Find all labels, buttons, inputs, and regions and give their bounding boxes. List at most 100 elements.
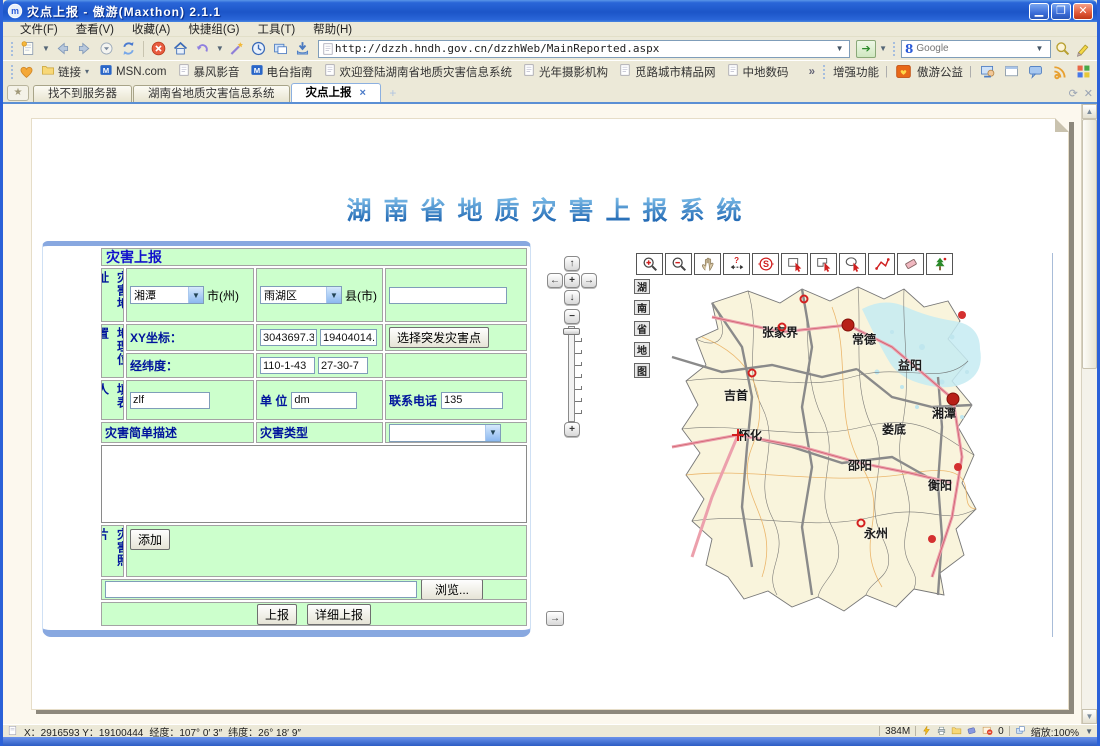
go-dropdown-icon[interactable]: ▼	[879, 44, 887, 53]
submit-button[interactable]: 上报	[257, 604, 297, 625]
chevron-down-icon[interactable]: ▼	[216, 44, 224, 53]
apps-icon[interactable]	[1074, 62, 1093, 81]
bookmarks-overflow[interactable]: »	[809, 66, 815, 78]
pan-down-button[interactable]: ↓	[564, 290, 580, 305]
select-rect-button[interactable]	[781, 253, 808, 275]
history-dropdown-icon[interactable]	[97, 39, 116, 58]
menu-item[interactable]: 收藏(A)	[123, 21, 179, 37]
scrollbar-thumb[interactable]	[1082, 119, 1097, 369]
city-select[interactable]: 湘潭▼	[130, 286, 204, 304]
bookmark-item[interactable]: 暴风影音	[172, 63, 245, 80]
refresh-icon[interactable]	[119, 39, 138, 58]
cut-rect-button[interactable]	[810, 253, 837, 275]
tab-active[interactable]: 灾点上报×	[291, 83, 381, 102]
back-icon[interactable]	[53, 39, 72, 58]
zoom-out-step-button[interactable]: −	[564, 309, 580, 324]
go-button[interactable]: ➔	[856, 40, 876, 58]
map-canvas[interactable]: 张家界常德益阳吉首怀化娄底湘潭邵阳衡阳永州	[652, 277, 1001, 625]
charity-menu[interactable]: 傲游公益	[917, 64, 963, 80]
tab-refresh-all-icon[interactable]: ⟳	[1069, 87, 1078, 100]
vertical-scrollbar[interactable]: ▲ ▼	[1081, 104, 1097, 724]
legend-tree-button[interactable]	[926, 253, 953, 275]
toolbar-grip2[interactable]	[892, 41, 896, 57]
tab-item[interactable]: 找不到服务器	[33, 85, 132, 102]
undo-icon[interactable]	[193, 39, 212, 58]
folder-icon[interactable]	[951, 725, 962, 737]
bookmarks-grip[interactable]	[10, 64, 14, 80]
measure-distance-button[interactable]: ?	[723, 253, 750, 275]
browse-button[interactable]: 浏览...	[421, 579, 483, 600]
bookmark-item[interactable]: 欢迎登陆湖南省地质灾害信息系统	[318, 63, 518, 80]
feed-icon[interactable]	[1050, 62, 1069, 81]
expand-panel-button[interactable]: →	[546, 611, 564, 626]
charity-icon[interactable]	[894, 62, 913, 81]
select-circle-button[interactable]	[839, 253, 866, 275]
eraser-button[interactable]	[897, 253, 924, 275]
search-input[interactable]	[916, 43, 1032, 54]
menu-item[interactable]: 文件(F)	[11, 21, 67, 37]
lightning-icon[interactable]	[921, 725, 932, 737]
url-dropdown-icon[interactable]: ▼	[832, 41, 847, 57]
snap-icon[interactable]	[271, 39, 290, 58]
menu-item[interactable]: 帮助(H)	[304, 21, 361, 37]
forward-icon[interactable]	[75, 39, 94, 58]
tab-item[interactable]: 湖南省地质灾害信息系统	[133, 85, 290, 102]
chevron-down-icon[interactable]: ▼	[42, 44, 50, 53]
chat-icon[interactable]	[1026, 62, 1045, 81]
pan-center-button[interactable]: +	[564, 273, 580, 288]
new-page-icon[interactable]	[19, 39, 38, 58]
user-monitor-icon[interactable]	[978, 62, 997, 81]
pan-up-button[interactable]: ↑	[564, 256, 580, 271]
bookmark-item[interactable]: 觅路城市精品网	[613, 63, 721, 80]
pan-left-button[interactable]: ←	[547, 273, 563, 288]
zoom-dropdown-icon[interactable]: ▼	[1085, 727, 1093, 736]
url-input[interactable]	[335, 42, 832, 55]
home-icon[interactable]	[171, 39, 190, 58]
search-magnifier-icon[interactable]	[1053, 39, 1072, 58]
x-coordinate-input[interactable]	[260, 329, 317, 346]
disaster-type-select[interactable]: ▼	[389, 424, 501, 442]
zoom-out-button[interactable]	[665, 253, 692, 275]
plugin-icon[interactable]	[966, 725, 977, 737]
zoom-in-step-button[interactable]: +	[564, 422, 580, 437]
file-path-input[interactable]	[105, 581, 417, 598]
minimize-button[interactable]: ▁	[1029, 3, 1049, 20]
unit-input[interactable]	[291, 392, 357, 409]
longitude-input[interactable]	[260, 357, 315, 374]
bookmark-item[interactable]: M电台指南	[245, 63, 318, 80]
window-icon[interactable]	[1002, 62, 1021, 81]
history-icon[interactable]	[249, 39, 268, 58]
resize-window-icon[interactable]	[1015, 725, 1026, 737]
bookmark-item[interactable]: 中地数码	[721, 63, 794, 80]
popup-blocker-icon[interactable]	[982, 725, 993, 737]
toolbar-grip[interactable]	[10, 41, 14, 57]
zoom-slider[interactable]	[561, 326, 583, 422]
menu-item[interactable]: 快捷组(G)	[179, 21, 248, 37]
zoom-slider-track[interactable]	[568, 326, 575, 422]
close-button[interactable]: ✕	[1073, 3, 1093, 20]
scroll-down-icon[interactable]: ▼	[1082, 709, 1097, 724]
menu-item[interactable]: 工具(T)	[248, 21, 304, 37]
zoom-slider-thumb[interactable]	[563, 328, 580, 335]
phone-input[interactable]	[441, 392, 503, 409]
compass-button[interactable]: S	[752, 253, 779, 275]
download-icon[interactable]	[293, 39, 312, 58]
new-tab-button[interactable]: +	[384, 86, 402, 101]
boost-menu[interactable]: 增强功能	[833, 64, 879, 80]
pan-right-button[interactable]: →	[581, 273, 597, 288]
add-photo-button[interactable]: 添加	[130, 529, 170, 550]
printer-icon[interactable]	[936, 725, 947, 737]
reporter-name-input[interactable]	[130, 392, 210, 409]
pan-button[interactable]	[694, 253, 721, 275]
y-coordinate-input[interactable]	[320, 329, 377, 346]
address-detail-input[interactable]	[389, 287, 507, 304]
bookmarks-grip2[interactable]	[822, 64, 826, 80]
scroll-up-icon[interactable]: ▲	[1082, 104, 1097, 119]
restore-button[interactable]: ❐	[1051, 3, 1071, 20]
stop-icon[interactable]	[149, 39, 168, 58]
magic-wand-icon[interactable]	[227, 39, 246, 58]
tab-close-icon[interactable]: ×	[360, 85, 366, 101]
tab-close-all-icon[interactable]: ✕	[1084, 87, 1093, 100]
detail-submit-button[interactable]: 详细上报	[307, 604, 371, 625]
county-select[interactable]: 雨湖区▼	[260, 286, 342, 304]
